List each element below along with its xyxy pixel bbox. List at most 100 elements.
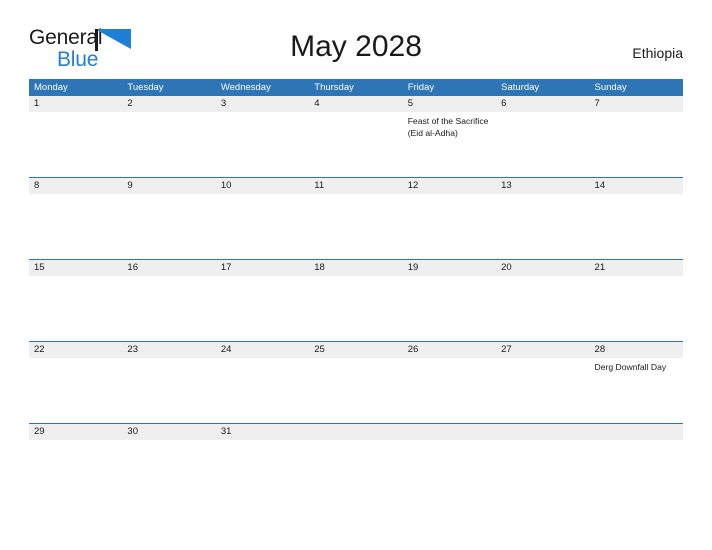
calendar-day-cell[interactable]: 26	[403, 342, 496, 423]
calendar-day-cell[interactable]: 28 Derg Downfall Day	[590, 342, 683, 423]
calendar-day-cell[interactable]: 27	[496, 342, 589, 423]
calendar-day-events	[501, 112, 584, 116]
calendar-day-number: 3	[220, 98, 227, 109]
calendar-day-number: 7	[594, 98, 600, 109]
calendar-day-cell[interactable]: 9	[122, 178, 215, 259]
calendar-day-cell[interactable]: 16	[122, 260, 215, 341]
calendar-week-row: 22 23 24 25 26 27 28 Derg Downfall Day	[29, 341, 683, 423]
calendar-day-cell[interactable]: 23	[122, 342, 215, 423]
calendar-day-number: 22	[34, 344, 45, 355]
page-header: General Blue May 2028 Ethiopia	[0, 0, 712, 76]
calendar-weeks: 1 2 3 4 5 Feast of the Sacrifice (Eid al-Adha…	[29, 96, 683, 505]
calendar-day-number: 6	[501, 98, 507, 109]
calendar-day-events	[34, 358, 117, 362]
calendar-day-cell[interactable]: 18	[309, 260, 402, 341]
calendar-day-events	[501, 194, 584, 198]
calendar-day-cell[interactable]: 8	[29, 178, 122, 259]
calendar-week-row: 15 16 17 18 19 20 21	[29, 259, 683, 341]
calendar-day-events	[34, 276, 117, 280]
weekday-header-sunday: Sunday	[594, 82, 627, 93]
calendar-day-number: 8	[34, 180, 40, 191]
calendar-day-number: 2	[127, 98, 133, 109]
calendar-day-cell[interactable]: 1	[29, 96, 122, 177]
calendar-day-number: 4	[314, 98, 320, 109]
calendar-day-events	[501, 440, 584, 444]
calendar-day-cell[interactable]: 25	[309, 342, 402, 423]
calendar-day-cell[interactable]: 13	[496, 178, 589, 259]
calendar-day-events	[34, 440, 117, 444]
calendar-day-cell[interactable]: 19	[403, 260, 496, 341]
weekday-header-row: Monday Tuesday Wednesday Thursday Friday…	[29, 79, 683, 96]
calendar-week-cells: 15 16 17 18 19 20 21	[29, 260, 683, 341]
calendar-day-cell[interactable]: 30	[122, 424, 215, 505]
weekday-header-thursday: Thursday	[314, 82, 354, 93]
calendar-day-events	[314, 276, 397, 280]
calendar-day-events	[221, 440, 304, 444]
calendar-day-events	[314, 440, 397, 444]
calendar-day-number: 20	[501, 262, 512, 273]
calendar-day-cell[interactable]: 31	[216, 424, 309, 505]
weekday-header-friday: Friday	[407, 82, 435, 93]
calendar-day-cell[interactable]: 2	[122, 96, 215, 177]
calendar-day-cell[interactable]: 11	[309, 178, 402, 259]
calendar-day-cell[interactable]: 10	[216, 178, 309, 259]
calendar-day-cell[interactable]: 22	[29, 342, 122, 423]
calendar-day-events	[221, 276, 304, 280]
calendar-day-number: 19	[407, 262, 419, 273]
calendar-day-events	[314, 112, 397, 116]
calendar-day-cell[interactable]	[403, 424, 496, 505]
calendar-day-number: 17	[220, 262, 232, 273]
calendar-week-cells: 29 30 31	[29, 424, 683, 505]
calendar-day-cell[interactable]: 5 Feast of the Sacrifice (Eid al-Adha)	[403, 96, 496, 177]
calendar-day-cell[interactable]: 17	[216, 260, 309, 341]
calendar-week-cells: 1 2 3 4 5 Feast of the Sacrifice (Eid al-Adha…	[29, 96, 683, 177]
calendar-day-cell[interactable]: 12	[403, 178, 496, 259]
calendar-day-cell[interactable]: 3	[216, 96, 309, 177]
calendar-day-events	[501, 358, 584, 362]
calendar-day-cell[interactable]	[590, 424, 683, 505]
calendar-day-events: Feast of the Sacrifice (Eid al-Adha)	[408, 112, 491, 139]
calendar-day-number: 18	[314, 262, 325, 273]
calendar-day-number: 30	[127, 426, 138, 437]
calendar-day-cell[interactable]: 15	[29, 260, 122, 341]
calendar-day-cell[interactable]: 24	[216, 342, 309, 423]
calendar-grid: Monday Tuesday Wednesday Thursday Friday…	[29, 79, 683, 505]
calendar-day-events	[127, 440, 210, 444]
calendar-day-events	[314, 194, 397, 198]
calendar-day-number: 5	[407, 98, 413, 109]
calendar-day-number: 12	[407, 180, 419, 191]
calendar-day-cell[interactable]: 7	[590, 96, 683, 177]
calendar-day-cell[interactable]: 29	[29, 424, 122, 505]
weekday-header-wednesday: Wednesday	[220, 82, 271, 93]
calendar-day-number	[501, 424, 584, 440]
weekday-header-tuesday: Tuesday	[127, 82, 164, 93]
calendar-day-events	[408, 440, 491, 444]
calendar-day-number: 9	[127, 180, 133, 191]
calendar-day-events	[127, 358, 210, 362]
calendar-day-cell[interactable]	[496, 424, 589, 505]
calendar-day-cell[interactable]: 21	[590, 260, 683, 341]
calendar-day-number: 14	[594, 180, 606, 191]
calendar-day-cell[interactable]	[309, 424, 402, 505]
calendar-day-number: 31	[220, 426, 232, 437]
calendar-day-events	[595, 276, 678, 280]
calendar-day-events	[314, 358, 397, 362]
calendar-day-cell[interactable]: 4	[309, 96, 402, 177]
calendar-day-number: 25	[314, 344, 325, 355]
calendar-day-cell[interactable]: 14	[590, 178, 683, 259]
calendar-day-events	[408, 276, 491, 280]
calendar-day-cell[interactable]: 6	[496, 96, 589, 177]
calendar-day-number: 21	[594, 262, 606, 273]
calendar-day-number: 23	[127, 344, 138, 355]
calendar-week-row: 8 9 10 11 12 13 14	[29, 177, 683, 259]
calendar-day-events	[221, 194, 304, 198]
calendar-day-events	[34, 112, 117, 116]
calendar-day-number	[314, 424, 397, 440]
calendar-day-cell[interactable]: 20	[496, 260, 589, 341]
calendar-event[interactable]: Derg Downfall Day	[595, 362, 678, 374]
calendar-day-number: 27	[501, 344, 512, 355]
calendar-day-number	[408, 424, 491, 440]
calendar-event[interactable]: Feast of the Sacrifice (Eid al-Adha)	[408, 116, 491, 139]
calendar-day-events	[127, 194, 210, 198]
weekday-header-monday: Monday	[34, 82, 68, 93]
